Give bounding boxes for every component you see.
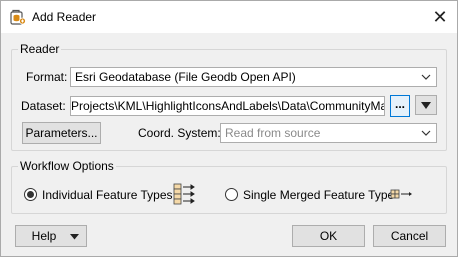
cancel-button[interactable]: Cancel xyxy=(373,225,446,247)
chevron-down-icon xyxy=(420,68,432,86)
dataset-field[interactable]: Projects\KML\HighlightIconsAndLabels\Dat… xyxy=(70,96,385,116)
format-label: Format: xyxy=(26,70,68,84)
dialog-title: Add Reader xyxy=(32,10,97,24)
workflow-options-group: Workflow Options Individual Feature Type… xyxy=(11,159,447,214)
chevron-down-icon xyxy=(420,124,432,142)
single-merged-feature-type-radio[interactable] xyxy=(225,188,238,201)
help-button[interactable]: Help xyxy=(15,225,87,247)
help-button-label: Help xyxy=(31,229,57,243)
coord-system-dropdown[interactable]: Read from source xyxy=(220,123,437,143)
individual-feature-types-icon xyxy=(173,183,195,205)
triangle-down-icon xyxy=(421,102,431,109)
reader-group: Reader Format: Esri Geodatabase (File Ge… xyxy=(11,42,447,151)
close-icon: ✕ xyxy=(432,7,448,27)
coord-system-value: Read from source xyxy=(225,126,321,140)
triangle-down-icon xyxy=(70,234,79,240)
single-merged-feature-type-label[interactable]: Single Merged Feature Type xyxy=(243,188,394,202)
browse-button[interactable]: ... xyxy=(390,95,410,117)
add-reader-dialog: Add Reader ✕ Reader Format: Esri Geodata… xyxy=(0,0,458,257)
cancel-button-label: Cancel xyxy=(390,229,429,243)
workflow-group-label: Workflow Options xyxy=(18,159,116,173)
individual-feature-types-label[interactable]: Individual Feature Types xyxy=(42,188,173,202)
individual-feature-types-radio[interactable] xyxy=(24,188,37,201)
dataset-menu-button[interactable] xyxy=(415,95,437,115)
dataset-value: Projects\KML\HighlightIconsAndLabels\Dat… xyxy=(71,99,384,113)
reader-group-label: Reader xyxy=(18,42,62,56)
merged-feature-type-icon xyxy=(390,189,412,199)
coord-system-label: Coord. System: xyxy=(138,126,221,140)
close-button[interactable]: ✕ xyxy=(423,1,457,33)
parameters-button[interactable]: Parameters... xyxy=(22,122,101,144)
ok-button[interactable]: OK xyxy=(292,225,365,247)
browse-button-label: ... xyxy=(394,97,405,111)
parameters-button-label: Parameters... xyxy=(25,126,98,140)
format-value: Esri Geodatabase (File Geodb Open API) xyxy=(75,70,296,84)
format-dropdown[interactable]: Esri Geodatabase (File Geodb Open API) xyxy=(70,67,437,87)
ok-button-label: OK xyxy=(319,229,338,243)
title-bar: Add Reader ✕ xyxy=(1,1,457,33)
reader-icon xyxy=(10,9,26,25)
dataset-label: Dataset: xyxy=(21,99,66,113)
